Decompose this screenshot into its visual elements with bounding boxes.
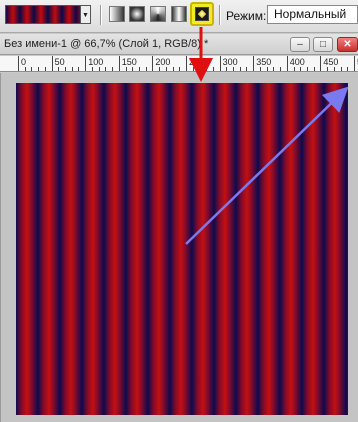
options-bar: ▼ Режим: Нормальный: [0, 0, 358, 33]
ruler-minor-tick: [159, 67, 161, 71]
angle-gradient-button[interactable]: [150, 6, 166, 22]
ruler-minor-tick: [293, 67, 295, 71]
ruler-tick: [18, 56, 19, 71]
diamond-gradient-image: [16, 83, 348, 415]
ruler-minor-tick: [165, 67, 167, 71]
ruler-tick: [354, 56, 355, 71]
ruler-minor-tick: [259, 67, 261, 71]
ruler-minor-tick: [145, 67, 147, 71]
ruler-minor-tick: [199, 67, 201, 71]
radial-gradient-button[interactable]: [129, 6, 145, 22]
canvas-area[interactable]: [0, 73, 358, 422]
ruler-minor-tick: [306, 67, 308, 71]
ruler-label: 250: [189, 57, 205, 67]
ruler-minor-tick: [38, 67, 40, 71]
gradient-preview[interactable]: [5, 5, 81, 24]
ruler-minor-tick: [192, 67, 194, 71]
ruler-tick: [118, 56, 120, 71]
ruler-minor-tick: [44, 67, 46, 71]
ruler-minor-tick: [327, 67, 329, 71]
ruler-minor-tick: [280, 67, 282, 71]
ruler-minor-tick: [273, 67, 275, 71]
document-title: Без имени-1 @ 66,7% (Слой 1, RGB/8) *: [4, 38, 209, 50]
ruler-tick: [219, 56, 221, 71]
ruler-tick: [85, 56, 87, 71]
ruler-minor-tick: [347, 67, 349, 71]
divider: [219, 5, 220, 25]
ruler-label: 100: [88, 57, 104, 67]
ruler-minor-tick: [206, 67, 208, 71]
ruler-tick: [286, 56, 288, 71]
ruler-minor-tick: [78, 67, 80, 71]
ruler-label: 300: [222, 57, 238, 67]
ruler-tick: [186, 56, 187, 71]
ruler-minor-tick: [172, 67, 174, 71]
ruler-minor-tick: [239, 67, 241, 71]
ruler-minor-tick: [112, 67, 114, 71]
ruler-tick: [152, 56, 154, 71]
ruler-minor-tick: [125, 67, 127, 71]
ruler-minor-tick: [233, 67, 235, 71]
reflected-gradient-button[interactable]: [171, 6, 187, 22]
maximize-button[interactable]: □: [313, 37, 333, 52]
ruler-minor-tick: [65, 67, 67, 71]
blend-mode-select[interactable]: Нормальный: [267, 5, 358, 24]
close-button[interactable]: ✕: [337, 37, 358, 52]
ruler-minor-tick: [98, 67, 100, 71]
ruler-label: 200: [155, 57, 171, 67]
ruler-label: 350: [256, 57, 272, 67]
ruler-tick: [253, 56, 255, 71]
divider: [100, 5, 101, 25]
ruler-minor-tick: [91, 67, 93, 71]
ruler-minor-tick: [340, 67, 342, 71]
ruler-tick: [320, 56, 322, 71]
ruler-label: 0: [21, 57, 27, 67]
minimize-button[interactable]: –: [290, 37, 310, 52]
ruler-minor-tick: [266, 67, 268, 71]
ruler-label: 400: [289, 57, 305, 67]
ruler-minor-tick: [246, 67, 248, 71]
ruler-minor-tick: [132, 67, 134, 71]
diamond-gradient-icon: [195, 7, 209, 21]
ruler-minor-tick: [105, 67, 107, 71]
ruler-minor-tick: [313, 67, 315, 71]
ruler-minor-tick: [58, 67, 60, 71]
ruler-minor-tick: [212, 67, 214, 71]
horizontal-ruler[interactable]: 050100150200250300350400450500: [0, 56, 358, 72]
document-canvas[interactable]: [16, 83, 348, 415]
ruler-minor-tick: [179, 67, 181, 71]
document-title-bar: Без имени-1 @ 66,7% (Слой 1, RGB/8) * – …: [0, 34, 358, 55]
gradient-picker-dropdown[interactable]: ▼: [81, 5, 91, 24]
ruler-label: 150: [121, 57, 137, 67]
diamond-gradient-button[interactable]: [190, 2, 214, 26]
ruler-minor-tick: [226, 67, 228, 71]
mode-label: Режим:: [226, 9, 267, 23]
ruler-minor-tick: [300, 67, 302, 71]
ruler-minor-tick: [31, 67, 33, 71]
linear-gradient-button[interactable]: [109, 6, 125, 22]
ruler-minor-tick: [24, 67, 26, 71]
ruler-minor-tick: [138, 67, 140, 71]
ruler-minor-tick: [333, 67, 335, 71]
ruler-label: 450: [323, 57, 339, 67]
ruler-tick: [51, 56, 53, 71]
ruler-minor-tick: [71, 67, 73, 71]
ruler-label: 50: [54, 57, 65, 67]
